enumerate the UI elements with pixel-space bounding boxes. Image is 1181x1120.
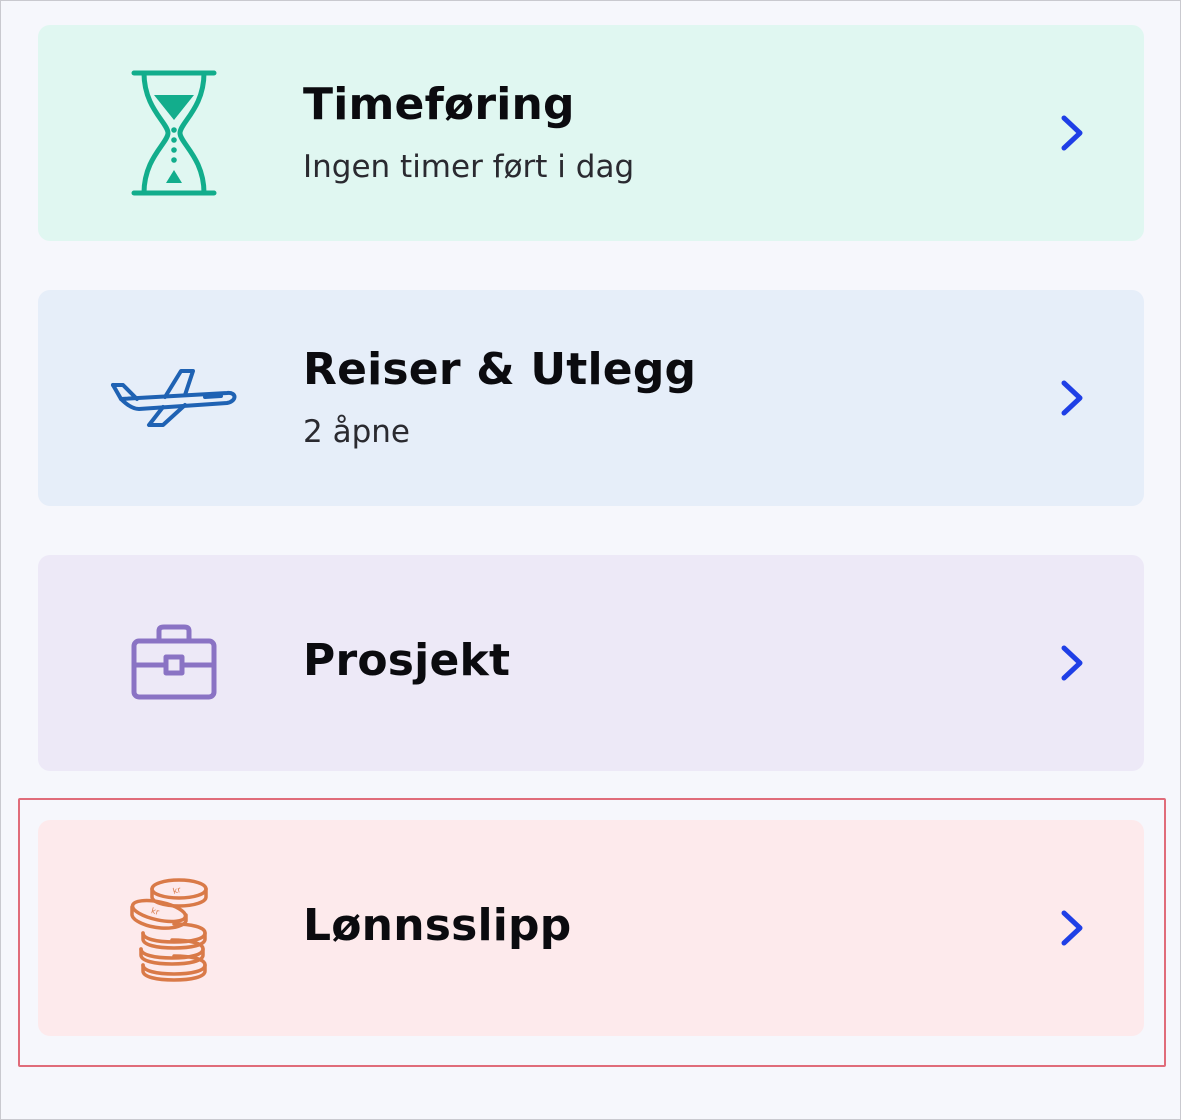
menu-item-reiser-utlegg[interactable]: Reiser & Utlegg 2 åpne [38, 290, 1144, 506]
menu-item-title: Reiser & Utlegg [303, 344, 697, 395]
main-menu: Timeføring Ingen timer ført i dag Reiser… [1, 1, 1180, 1119]
menu-item-timeforing[interactable]: Timeføring Ingen timer ført i dag [38, 25, 1144, 241]
svg-text:kr: kr [150, 906, 161, 917]
svg-text:kr: kr [172, 885, 183, 896]
menu-item-subtitle: Ingen timer ført i dag [303, 149, 635, 185]
menu-item-title: Prosjekt [303, 635, 511, 686]
menu-item-subtitle: 2 åpne [303, 414, 410, 450]
menu-item-lonnsslipp[interactable]: kr kr Lønnsslipp [38, 820, 1144, 1036]
briefcase-icon [104, 593, 244, 733]
chevron-right-icon [1061, 380, 1083, 416]
menu-item-title: Timeføring [303, 79, 575, 130]
menu-item-title: Lønnsslipp [303, 900, 572, 951]
chevron-right-icon [1061, 645, 1083, 681]
coins-icon: kr kr [104, 858, 244, 998]
chevron-right-icon [1061, 910, 1083, 946]
airplane-icon [104, 328, 244, 468]
chevron-right-icon [1061, 115, 1083, 151]
menu-item-prosjekt[interactable]: Prosjekt [38, 555, 1144, 771]
hourglass-icon [104, 63, 244, 203]
